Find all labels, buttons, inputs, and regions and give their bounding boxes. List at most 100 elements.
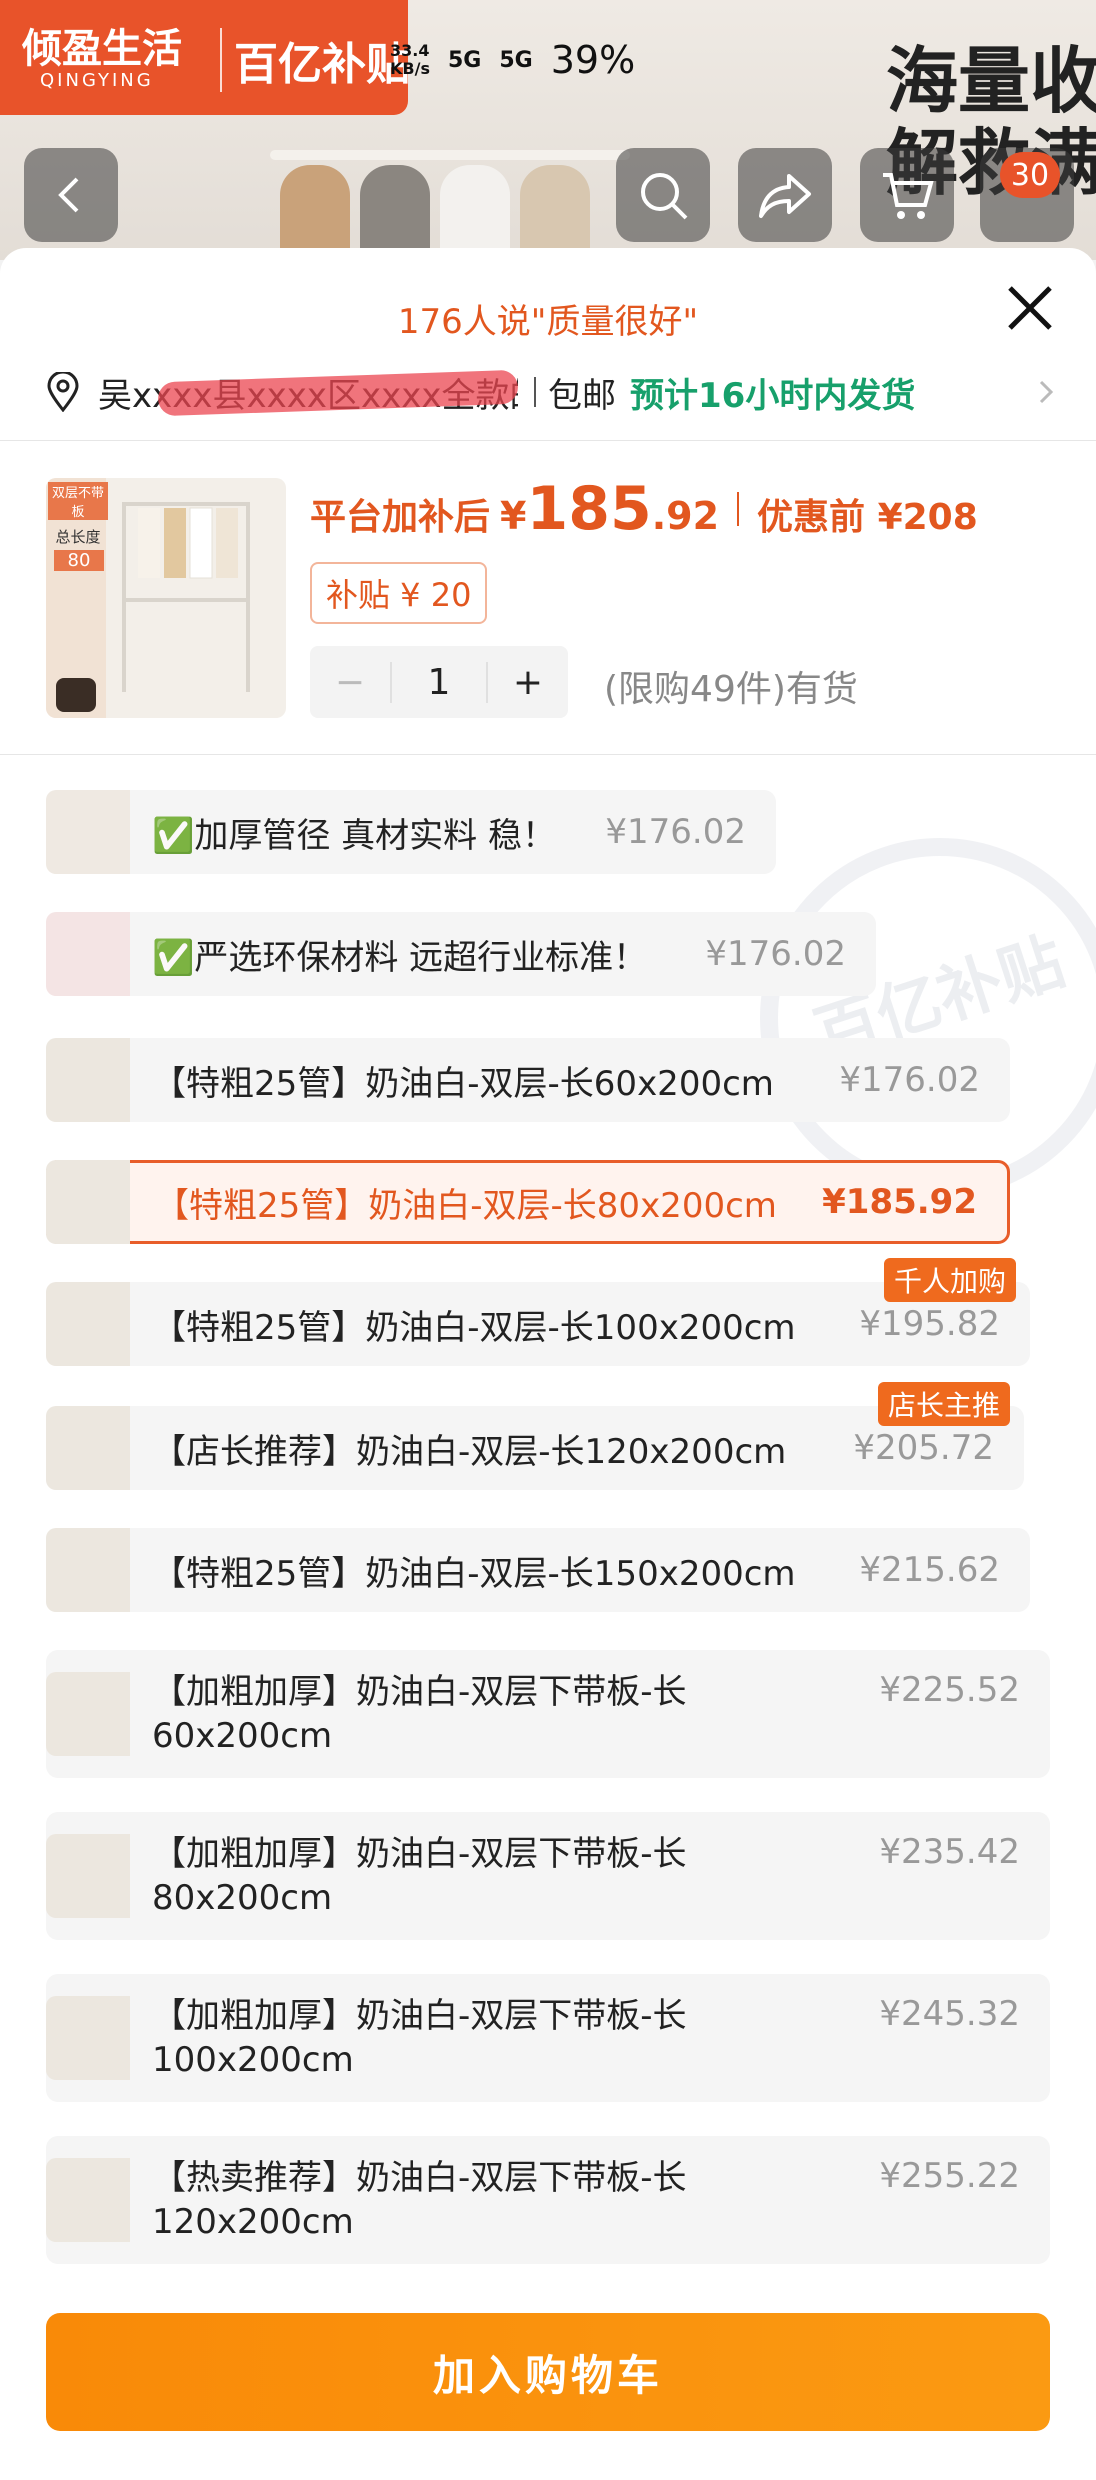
- background-product-page: 倾盈生活 QINGYING 百亿补贴 33.4 KB/s 5G 5G 39% 海…: [0, 0, 1096, 260]
- sku-option[interactable]: 【加粗加厚】奶油白-双层下带板-长100x200cm ¥245.32: [46, 1974, 1050, 2102]
- sku-option[interactable]: 【特粗25管】奶油白-双层-长100x200cm ¥195.82 千人加购: [46, 1258, 1030, 1366]
- brand-sub: QINGYING: [40, 70, 154, 91]
- option-price: ¥176.02: [705, 934, 846, 974]
- option-label: 【特粗25管】奶油白-双层-长100x200cm: [152, 1307, 796, 1348]
- separator: [534, 377, 536, 407]
- sku-option[interactable]: ✅加厚管径 真材实料 稳！ ¥176.02: [46, 790, 776, 874]
- decrease-button[interactable]: −: [310, 662, 390, 703]
- option-thumbnail: [46, 1996, 130, 2080]
- cart-icon: [883, 173, 934, 219]
- option-price: ¥215.62: [859, 1550, 1000, 1590]
- option-price: ¥225.52: [879, 1670, 1020, 1710]
- thumbnail-caption-length: 总长度: [55, 528, 101, 546]
- divider: [0, 440, 1096, 441]
- option-thumbnail: [46, 790, 130, 874]
- option-tag: 千人加购: [883, 1258, 1016, 1302]
- brand-banner: 倾盈生活 QINGYING 百亿补贴: [0, 0, 410, 115]
- clothes-rack-image: [270, 150, 630, 160]
- back-button[interactable]: [24, 148, 118, 242]
- coat-image: [440, 165, 510, 260]
- coat-image: [360, 165, 430, 260]
- coat-image: [520, 165, 590, 260]
- sku-option[interactable]: 【加粗加厚】奶油白-双层下带板-长80x200cm ¥235.42: [46, 1812, 1050, 1940]
- network-5g: 5G: [447, 47, 482, 73]
- chevron-right-icon: [1039, 380, 1054, 404]
- back-icon: [58, 177, 79, 213]
- search-icon: [641, 173, 688, 220]
- option-thumbnail: [46, 1160, 130, 1244]
- price-symbol: ¥: [500, 494, 527, 538]
- option-price: ¥255.22: [879, 2156, 1020, 2196]
- option-label: 【特粗25管】奶油白-双层-长60x200cm: [152, 1063, 774, 1104]
- sku-option[interactable]: 【特粗25管】奶油白-双层-长150x200cm ¥215.62: [46, 1528, 1030, 1612]
- option-thumbnail: [46, 912, 130, 996]
- thumbnail-caption-value: 80: [54, 550, 104, 571]
- price-integer: 185: [526, 474, 652, 544]
- rating-summary: 176人说"质量很好": [397, 302, 699, 342]
- option-thumbnail: [46, 1528, 130, 1612]
- sku-option[interactable]: 【特粗25管】奶油白-双层-长60x200cm ¥176.02: [46, 1038, 1010, 1122]
- stock-status: (限购49件)有货: [604, 669, 858, 710]
- price-label: 平台加补后: [310, 497, 491, 538]
- sku-option[interactable]: ✅严选环保材料 远超行业标准！ ¥176.02: [46, 912, 876, 996]
- add-to-cart-button[interactable]: 加入购物车: [46, 2313, 1050, 2431]
- thumbnail-caption: 双层不带板: [48, 482, 108, 520]
- sku-option[interactable]: 【加粗加厚】奶油白-双层下带板-长60x200cm ¥225.52: [46, 1650, 1050, 1778]
- quantity-value[interactable]: 1: [390, 661, 488, 703]
- subsidy-badge: 补贴 ¥ 20: [310, 562, 488, 624]
- option-price: ¥205.72: [853, 1428, 994, 1468]
- battery-level: 39%: [550, 38, 636, 82]
- option-price: ¥235.42: [879, 1832, 1020, 1872]
- original-price: 优惠前 ¥208: [757, 497, 978, 538]
- free-shipping: 包邮: [548, 375, 616, 416]
- option-thumbnail: [46, 1834, 130, 1918]
- option-label: 【热卖推荐】奶油白-双层下带板-长120x200cm: [152, 2158, 687, 2242]
- quantity-stepper: − 1 +: [310, 646, 568, 718]
- coat-image: [280, 165, 350, 260]
- cart-count-badge: 30: [1000, 152, 1060, 198]
- option-tag: 店长主推: [877, 1382, 1010, 1426]
- search-button[interactable]: [616, 148, 710, 242]
- price-line: 平台加补后 ¥ 185 .92 优惠前 ¥208: [310, 474, 978, 544]
- brand-tag: 百亿补贴: [220, 28, 410, 92]
- sku-option[interactable]: 【店长推荐】奶油白-双层-长120x200cm ¥205.72 店长主推: [46, 1382, 1024, 1490]
- option-price: ¥176.02: [839, 1060, 980, 1100]
- option-label: 【加粗加厚】奶油白-双层下带板-长60x200cm: [152, 1672, 687, 1756]
- network-5g-2: 5G: [499, 47, 533, 73]
- option-price: ¥195.82: [859, 1304, 1000, 1344]
- price-separator: [737, 492, 740, 526]
- net-speed: 33.4 KB/s: [390, 41, 430, 78]
- option-label: ✅严选环保材料 远超行业标准！: [152, 937, 648, 978]
- option-thumbnail: [46, 2158, 130, 2242]
- option-thumbnail: [46, 1406, 130, 1490]
- sku-selection-sheet: 176人说"质量很好" 吴xxxx县xxxx区xxxx全款的 包邮 预计16小时…: [0, 248, 1096, 2480]
- option-label: 【店长推荐】奶油白-双层-长120x200cm: [152, 1431, 787, 1472]
- sku-option[interactable]: 【热卖推荐】奶油白-双层下带板-长120x200cm ¥255.22: [46, 2136, 1050, 2264]
- option-price: ¥176.02: [605, 812, 746, 852]
- option-thumbnail: [46, 1282, 130, 1366]
- status-bar: 33.4 KB/s 5G 5G 39%: [390, 38, 635, 82]
- increase-button[interactable]: +: [488, 662, 568, 703]
- option-thumbnail: [46, 1038, 130, 1122]
- option-price: ¥245.32: [879, 1994, 1020, 2034]
- shipping-estimate: 预计16小时内发货: [630, 375, 916, 416]
- cart-button[interactable]: [860, 148, 954, 242]
- brand-name: 倾盈生活: [22, 26, 182, 72]
- product-thumbnail[interactable]: 双层不带板 总长度 80: [46, 478, 286, 718]
- address-text: 吴xxxx县xxxx区xxxx全款的: [98, 368, 518, 417]
- option-label: 【特粗25管】奶油白-双层-长80x200cm: [155, 1185, 777, 1226]
- option-price: ¥185.92: [822, 1182, 977, 1222]
- option-label: 【加粗加厚】奶油白-双层下带板-长80x200cm: [152, 1834, 687, 1918]
- option-label: 【特粗25管】奶油白-双层-长150x200cm: [152, 1553, 796, 1594]
- close-icon: [1008, 286, 1052, 330]
- option-thumbnail: [46, 1672, 130, 1756]
- share-icon: [759, 174, 811, 218]
- delivery-address-row[interactable]: 吴xxxx县xxxx区xxxx全款的 包邮 预计16小时内发货: [46, 362, 1056, 422]
- option-label: ✅加厚管径 真材实料 稳！: [152, 815, 556, 856]
- divider: [0, 754, 1096, 755]
- sku-option-selected[interactable]: 【特粗25管】奶油白-双层-长80x200cm ¥185.92: [46, 1160, 1010, 1244]
- share-button[interactable]: [738, 148, 832, 242]
- option-label: 【加粗加厚】奶油白-双层下带板-长100x200cm: [152, 1996, 687, 2080]
- close-button[interactable]: [1002, 280, 1058, 336]
- price-decimal: .92: [651, 494, 720, 538]
